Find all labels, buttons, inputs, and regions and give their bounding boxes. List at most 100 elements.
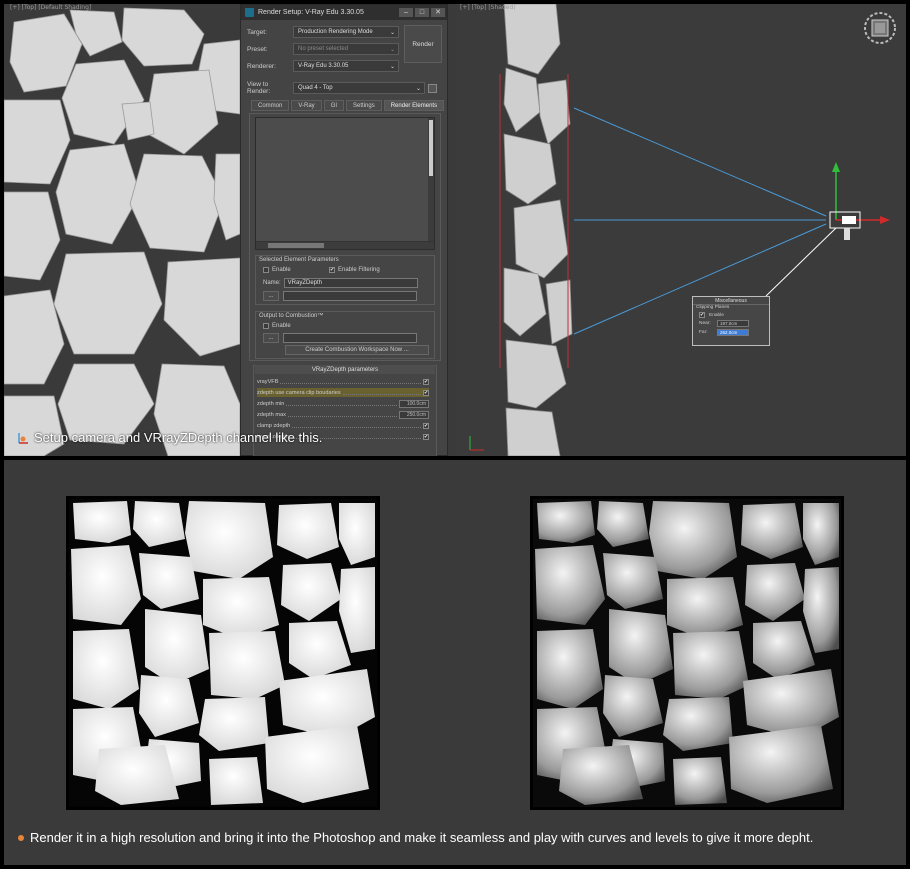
chevron-down-icon: ⌄ [389,63,395,70]
chevron-down-icon: ⌄ [389,46,395,53]
enable-checkbox-row[interactable]: Enable [263,267,291,273]
app-logo-icon [245,8,254,17]
clipping-planes-panel: Miscellaneous Clipping Planes ✔ Enable N… [692,296,770,346]
right-viewport-label[interactable]: [+] [Top] [Shaded] [460,4,516,11]
target-dropdown[interactable]: Production Rendering Mode ⌄ [293,26,399,38]
elements-list[interactable] [255,117,435,250]
param-row-camera-clip[interactable]: zdepth use camera clip boudaries ✔ [257,388,429,397]
preset-row: Preset: No preset selected ⌄ [247,43,399,55]
combustion-enable-label: Enable [272,323,291,329]
param-row-zdepth-min[interactable]: zdepth min 100.0cm [257,399,429,408]
enable-filtering-row[interactable]: ✔ Enable Filtering [329,267,380,273]
view-label: View to Render: [247,81,271,95]
param-checkbox[interactable]: ✔ [423,433,429,440]
preset-value: No preset selected [298,46,349,52]
target-row: Target: Production Rendering Mode ⌄ [247,26,399,38]
preset-label: Preset: [247,45,268,53]
renderer-row: Renderer: V-Ray Edu 3.30.05 ⌄ [247,60,399,72]
tab-common[interactable]: Common [251,100,290,111]
clipping-enable-checkbox[interactable]: ✔ [699,312,705,318]
clipping-enable-label: Enable [709,312,724,318]
param-checkbox[interactable]: ✔ [423,389,429,396]
adjusted-depth-image [533,499,841,807]
param-row-clamp[interactable]: clamp zdepth ✔ [257,421,429,430]
render-setup-dialog: Render Setup: V-Ray Edu 3.30.05 – □ ✕ Ta… [240,4,448,456]
stone-mesh-top-view [4,4,240,456]
camera-scene [456,4,906,456]
far-input[interactable]: 262.0cm [717,329,749,336]
viewcube-compass-icon[interactable] [862,10,898,46]
param-checkbox[interactable]: ✔ [423,422,429,429]
browse-button[interactable]: ... [263,291,279,301]
far-label: Far: [699,330,708,335]
bottom-caption-text: Render it in a high resolution and bring… [30,830,814,845]
enable-label: Enable [272,267,291,273]
name-label: Name: [263,280,281,286]
tab-render-elements[interactable]: Render Elements [383,100,445,111]
param-label: zdepth min [257,400,285,407]
preset-dropdown[interactable]: No preset selected ⌄ [293,43,399,55]
minimize-button[interactable]: – [399,8,413,17]
right-viewport[interactable]: [+] [Top] [Shaded] Miscellaneous Clippin… [456,4,906,456]
top-caption: Setup camera and VRrayZDepth channel lik… [16,430,322,445]
create-combustion-button[interactable]: Create Combustion Workspace Now ... [285,345,429,355]
elements-list-hscroll[interactable] [256,241,434,249]
combustion-path-input[interactable] [283,333,417,343]
dialog-titlebar[interactable]: Render Setup: V-Ray Edu 3.30.05 – □ ✕ [241,5,447,20]
combustion-enable-row[interactable]: Enable [263,323,291,329]
render-button[interactable]: Render [404,25,442,63]
clipping-section-label: Clipping Planes [696,305,730,310]
selected-params-title: Selected Element Parameters [259,257,339,263]
enable-filtering-label: Enable Filtering [338,267,380,273]
param-label: clamp zdepth [257,422,291,429]
zdepth-title: VRayZDepth parameters [311,366,379,373]
param-row-vrayvfb[interactable]: vrayVFB ✔ [257,377,429,386]
zdepth-max-input[interactable]: 250.0cm [399,410,429,419]
close-button[interactable]: ✕ [431,8,445,17]
maximize-button[interactable]: □ [415,8,429,17]
zdepth-render-raw [66,496,380,810]
combustion-browse-button[interactable]: ... [263,333,279,343]
clipping-panel-title[interactable]: Miscellaneous [693,297,769,305]
param-label: zdepth use camera clip boudaries [257,389,341,396]
name-input[interactable]: VRayZDepth [283,278,418,288]
param-row-zdepth-max[interactable]: zdepth max 250.0cm [257,410,429,419]
axis-tripod-icon [18,432,28,444]
chevron-down-icon: ⌄ [389,29,395,36]
zdepth-min-input[interactable]: 100.0cm [399,399,429,408]
output-path-row: ... [263,291,417,301]
near-row: Near: 197.0cm [693,320,769,327]
combustion-enable-checkbox[interactable] [263,323,269,329]
view-dropdown[interactable]: Quad 4 - Top ⌄ [293,82,425,94]
tab-gi[interactable]: GI [323,100,345,111]
bottom-panel: Render it in a high resolution and bring… [4,460,906,865]
left-viewport[interactable]: [+] [Top] [Default Shading] [4,4,240,456]
param-label: vrayVFB [257,378,279,385]
tab-vray[interactable]: V-Ray [291,100,322,111]
tab-settings[interactable]: Settings [346,100,382,111]
dialog-tabs: Common V-Ray GI Settings Render Elements [251,100,445,111]
far-row: Far: 262.0cm [693,329,769,336]
param-label: zdepth max [257,411,286,418]
output-path-input[interactable] [283,291,417,301]
dialog-title: Render Setup: V-Ray Edu 3.30.05 [258,9,364,16]
target-value: Production Rendering Mode [298,29,373,35]
clipping-enable-row[interactable]: ✔ Enable [693,312,769,318]
combustion-title: Output to Combustion™ [259,313,324,319]
enable-filtering-checkbox[interactable]: ✔ [329,267,335,273]
renderer-dropdown[interactable]: V-Ray Edu 3.30.05 ⌄ [293,60,399,72]
param-checkbox[interactable]: ✔ [423,378,429,385]
lock-icon[interactable] [428,83,437,93]
tutorial-canvas: [+] [Top] [Default Shading] [+] [Top] [S… [0,0,910,869]
chevron-down-icon: ⌄ [415,85,421,92]
near-input[interactable]: 197.0cm [717,320,749,327]
zdepth-render-adjusted [530,496,844,810]
view-row: View to Render: Quad 4 - Top ⌄ [247,81,437,95]
zdepth-rollout-header[interactable]: VRayZDepth parameters [255,365,435,374]
target-label: Target: [247,28,267,36]
bullet-icon [18,834,24,841]
enable-checkbox[interactable] [263,267,269,273]
left-viewport-label[interactable]: [+] [Top] [Default Shading] [10,4,91,11]
elements-list-vscroll[interactable] [428,118,434,243]
name-row: Name: VRayZDepth [263,278,418,288]
